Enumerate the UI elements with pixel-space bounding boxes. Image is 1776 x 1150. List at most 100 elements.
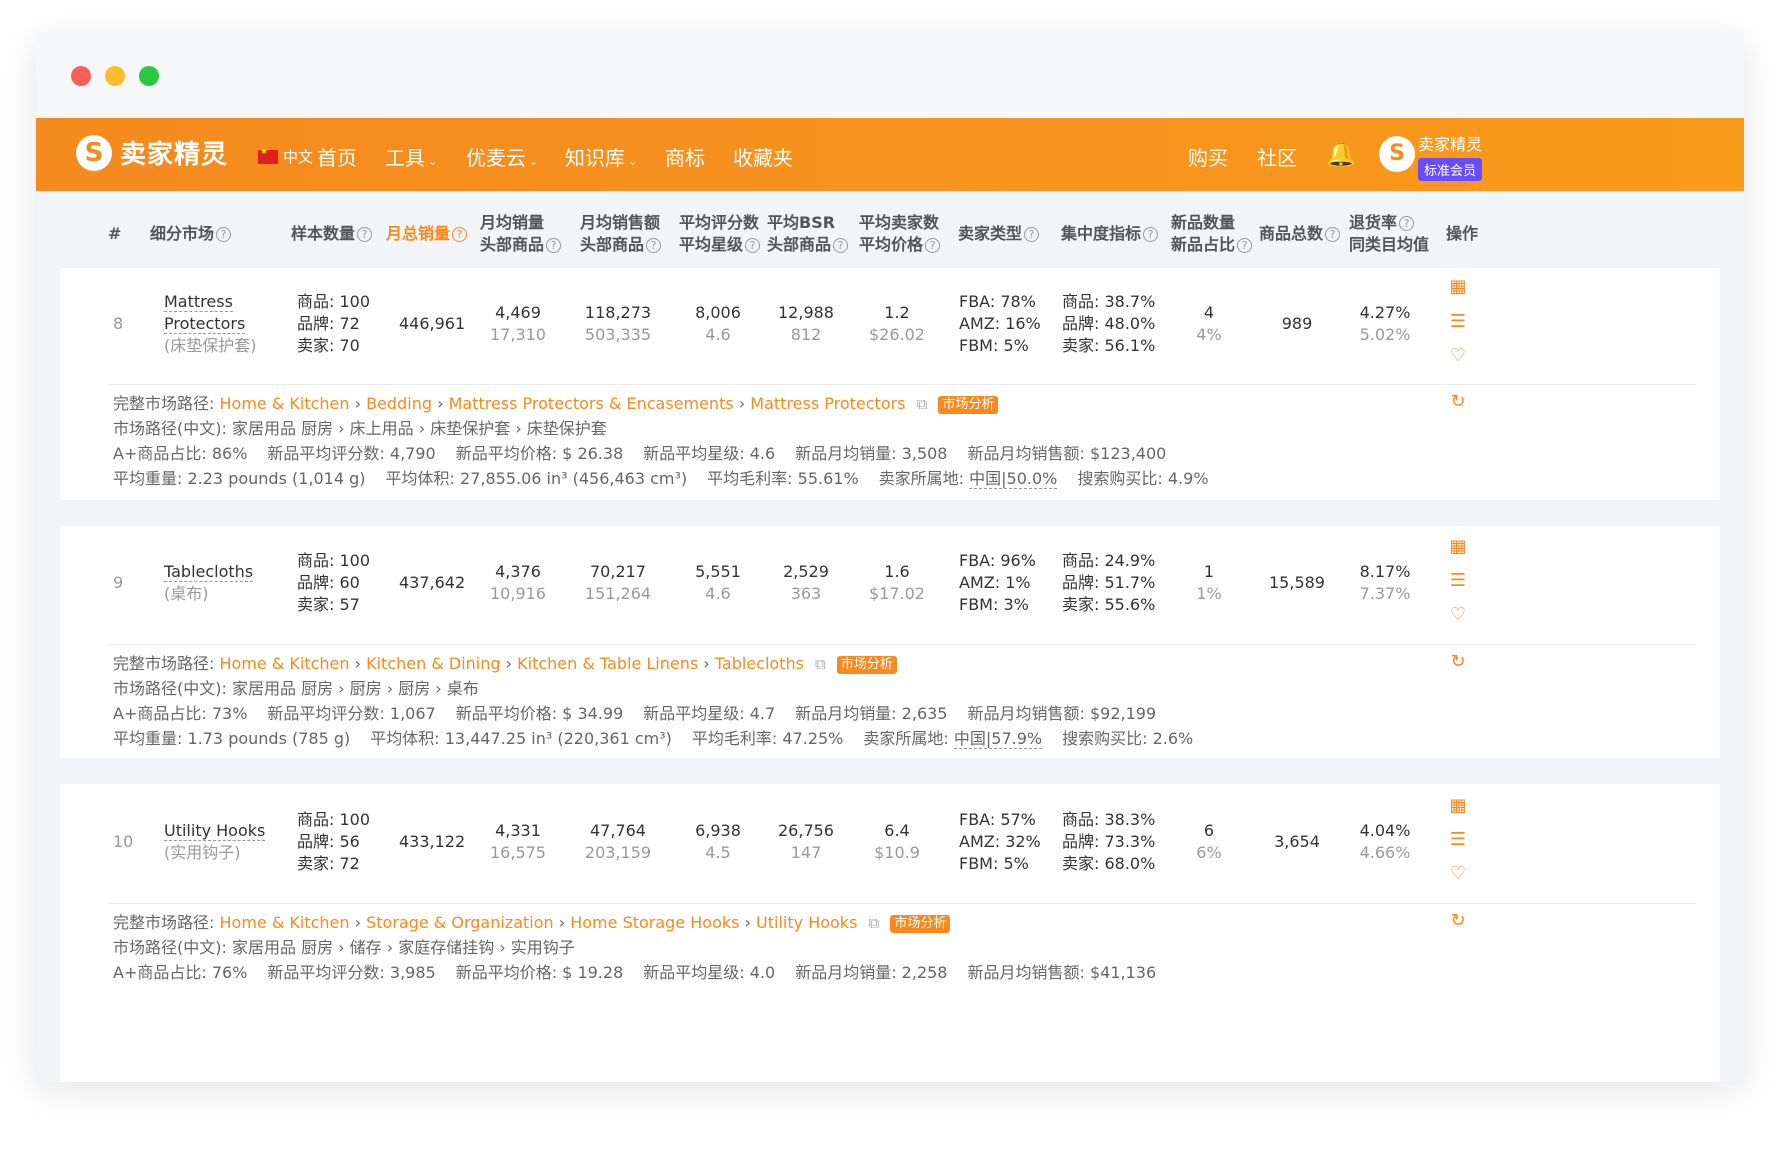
path-node[interactable]: Storage & Organization [366, 913, 554, 932]
avg-sales: 4,469 [495, 303, 541, 322]
market-path-cn: 市场路径(中文): 家居用品 厨房 › 储存 › 家庭存储挂钩 › 实用钩子 [113, 935, 575, 960]
nav-youmaiyun[interactable]: 优麦云 ⌄ [466, 142, 538, 171]
bell-icon[interactable]: 🔔 [1326, 140, 1356, 168]
market-name[interactable]: Utility Hooks (实用钩子) [164, 820, 266, 864]
header-avg-revenue[interactable]: 月均销售额 头部商品? [580, 212, 662, 256]
heart-icon[interactable]: ♡ [1448, 604, 1468, 625]
avg-rating: 4.6 [705, 325, 731, 344]
header-return-rate[interactable]: 退货率? 同类目均值 [1349, 212, 1429, 256]
header-avg-reviews-line1: 平均评分数 [679, 213, 760, 232]
help-icon[interactable]: ? [357, 227, 373, 242]
header-avg-sales[interactable]: 月均销量 头部商品? [480, 212, 562, 256]
stats-line-1: A+商品占比: 73% 新品平均评分数: 1,067 新品平均价格: $ 34.99… [113, 701, 1176, 726]
header-avg-sellers[interactable]: 平均卖家数 平均价格? [859, 212, 941, 256]
brand-logo[interactable]: S 卖家精灵 [76, 134, 228, 171]
path-node[interactable]: Home Storage Hooks [570, 913, 739, 932]
nav-home[interactable]: 首页 [317, 142, 357, 171]
user-name[interactable]: 卖家精灵 [1418, 131, 1482, 155]
help-icon[interactable]: ? [833, 238, 849, 253]
stat-aplus: A+商品占比: 76% [113, 963, 248, 982]
window-titlebar [36, 32, 1744, 118]
chart-icon[interactable]: ▦ [1448, 536, 1468, 557]
return-avg: 7.37% [1359, 584, 1411, 603]
header-monthly-sales[interactable]: 月总销量? [386, 223, 468, 245]
stat-volume: 平均体积: 27,855.06 in³ (456,463 cm³) [385, 469, 688, 488]
minimize-window-button[interactable] [105, 66, 125, 86]
chart-icon[interactable]: ▦ [1448, 795, 1468, 816]
seller-location-value[interactable]: 中国|57.9% [953, 729, 1043, 749]
refresh-icon[interactable]: ↻ [1448, 910, 1468, 931]
market-name-line1[interactable]: Tablecloths [164, 562, 254, 582]
path-node[interactable]: Home & Kitchen [220, 654, 350, 673]
path-node[interactable]: Mattress Protectors [750, 394, 905, 413]
path-node[interactable]: Kitchen & Dining [366, 654, 500, 673]
help-icon[interactable]: ? [646, 238, 662, 253]
external-link-icon[interactable]: ⧉ [917, 395, 928, 413]
market-name[interactable]: Mattress Protectors (床垫保护套) [164, 291, 257, 357]
heart-icon[interactable]: ♡ [1448, 345, 1468, 366]
document-icon[interactable]: ☰ [1448, 570, 1468, 591]
path-node[interactable]: Bedding [366, 394, 432, 413]
market-name-line1[interactable]: Utility Hooks [164, 821, 266, 841]
chart-icon[interactable]: ▦ [1448, 276, 1468, 297]
nav-favorites[interactable]: 收藏夹 [733, 142, 793, 171]
help-icon[interactable]: ? [1399, 216, 1415, 231]
path-node[interactable]: Utility Hooks [756, 913, 857, 932]
help-icon[interactable]: ? [1143, 227, 1159, 242]
external-link-icon[interactable]: ⧉ [815, 655, 826, 673]
stat-weight: 平均重量: 1.73 pounds (785 g) [113, 729, 351, 748]
header-samples[interactable]: 样本数量? [291, 223, 373, 245]
help-icon[interactable]: ? [546, 238, 562, 253]
market-name-line2[interactable]: Protectors [164, 314, 246, 334]
path-node[interactable]: Mattress Protectors & Encasements [449, 394, 734, 413]
help-icon[interactable]: ? [1024, 227, 1040, 242]
help-icon[interactable]: ? [1325, 227, 1341, 242]
header-avg-reviews[interactable]: 平均评分数 平均星级? [679, 212, 761, 256]
path-node[interactable]: Home & Kitchen [220, 913, 350, 932]
monthly-sales: 433,122 [399, 832, 466, 851]
help-icon[interactable]: ? [1237, 238, 1253, 253]
header-avg-bsr[interactable]: 平均BSR 头部商品? [767, 212, 849, 256]
help-icon[interactable]: ? [745, 238, 761, 253]
path-node[interactable]: Kitchen & Table Linens [517, 654, 698, 673]
concentration-products: 商品: 24.9% [1062, 551, 1156, 570]
header-new-products[interactable]: 新品数量 新品占比? [1171, 212, 1253, 256]
nav-youmaiyun-label: 优麦云 [466, 146, 526, 170]
help-icon[interactable]: ? [452, 227, 468, 242]
header-seller-type[interactable]: 卖家类型? [958, 223, 1040, 245]
refresh-icon[interactable]: ↻ [1448, 651, 1468, 672]
avatar[interactable]: S [1379, 136, 1415, 172]
document-icon[interactable]: ☰ [1448, 829, 1468, 850]
maximize-window-button[interactable] [139, 66, 159, 86]
help-icon[interactable]: ? [216, 227, 232, 242]
help-icon[interactable]: ? [925, 238, 941, 253]
header-concentration[interactable]: 集中度指标? [1061, 223, 1159, 245]
return-avg: 5.02% [1359, 325, 1411, 344]
market-name-line1[interactable]: Mattress [164, 292, 233, 312]
language-selector[interactable]: 中文 ⌄ [258, 146, 325, 167]
market-name[interactable]: Tablecloths (桌布) [164, 561, 254, 605]
market-analysis-tag[interactable]: 市场分析 [836, 656, 897, 674]
close-window-button[interactable] [71, 66, 91, 86]
nav-knowledge[interactable]: 知识库 ⌄ [565, 142, 637, 171]
market-analysis-tag[interactable]: 市场分析 [938, 396, 999, 414]
refresh-icon[interactable]: ↻ [1448, 391, 1468, 412]
nav-buy[interactable]: 购买 [1188, 142, 1228, 171]
concentration-sellers: 卖家: 56.1% [1062, 336, 1156, 355]
header-market[interactable]: 细分市场? [150, 223, 232, 245]
concentration-cell: 商品: 38.3% 品牌: 73.3% 卖家: 68.0% [1062, 809, 1155, 875]
heart-icon[interactable]: ♡ [1448, 863, 1468, 884]
header-total-products[interactable]: 商品总数? [1259, 223, 1341, 245]
document-icon[interactable]: ☰ [1448, 311, 1468, 332]
external-link-icon[interactable]: ⧉ [869, 914, 880, 932]
stat-new-revenue: 新品月均销售额: $41,136 [967, 963, 1157, 982]
path-node[interactable]: Home & Kitchen [220, 394, 350, 413]
header-avg-sales-line2: 头部商品 [480, 235, 545, 254]
path-node[interactable]: Tablecloths [715, 654, 804, 673]
nav-tools[interactable]: 工具 ⌄ [385, 142, 437, 171]
nav-community[interactable]: 社区 [1257, 142, 1297, 171]
return-rate: 8.17% [1359, 562, 1411, 581]
nav-trademark[interactable]: 商标 [665, 142, 705, 171]
seller-location-value[interactable]: 中国|50.0% [969, 469, 1058, 489]
market-analysis-tag[interactable]: 市场分析 [890, 915, 951, 933]
